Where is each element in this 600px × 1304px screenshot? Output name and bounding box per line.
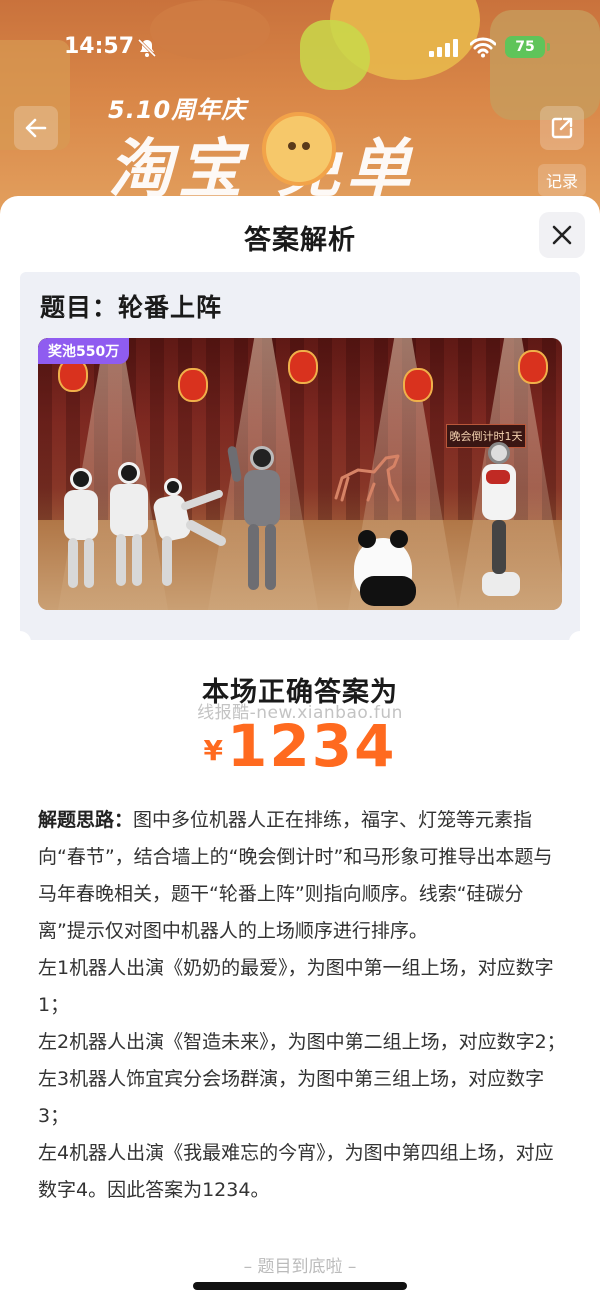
analysis-line: 左2机器人出演《智造未来》，为图中第二组上场，对应数字2； [38,1031,566,1053]
record-button[interactable]: 记录 [538,164,586,196]
lantern-icon [403,368,433,402]
arrow-left-icon [25,118,47,138]
question-title: 题目：轮番上阵 [40,293,223,322]
analysis-line: 左3机器人饰宜宾分会场群演，为图中第三组上场，对应数字3； [38,1068,545,1127]
analysis-line: 左1机器人出演《奶奶的最爱》，为图中第一组上场，对应数字1； [38,957,554,1016]
answer-number: 1234 [227,712,397,780]
close-icon [552,225,572,245]
countdown-sign: 晚会倒计时1天 [446,424,526,448]
home-indicator[interactable] [193,1282,407,1290]
battery-cap [547,43,550,51]
answer-sheet: 答案解析 题目：轮番上阵 晚会倒计时1天 奖池550万 本场正确答案为 线报酷-… [0,196,600,1304]
prize-pool-badge: 奖池550万 [38,338,130,364]
close-button[interactable] [539,212,585,258]
back-button[interactable] [14,106,58,150]
share-button[interactable] [540,106,584,150]
external-share-icon [551,117,573,139]
wifi-icon [470,37,496,58]
question-card: 题目：轮番上阵 晚会倒计时1天 奖池550万 [20,272,580,640]
bell-muted-icon [137,38,157,58]
question-image: 晚会倒计时1天 奖池550万 [38,338,562,610]
lantern-icon [518,350,548,384]
panda-body [360,576,416,606]
sheet-title: 答案解析 [244,225,356,256]
battery-indicator: 75 [505,36,545,58]
lantern-icon [288,350,318,384]
mascot-icon [262,112,336,186]
answer-analysis: 解题思路：图中多位机器人正在排练，福字、灯笼等元素指向“春节”，结合墙上的“晚会… [38,802,566,1209]
end-of-content-note: – 题目到底啦 – [243,1257,357,1277]
analysis-intro: 解题思路：图中多位机器人正在排练，福字、灯笼等元素指向“春节”，结合墙上的“晚会… [38,802,566,950]
correct-answer: ¥1234 [0,712,600,780]
horse-figure-icon [334,454,400,502]
analysis-line: 左4机器人出演《我最难忘的今宵》，为图中第四组上场，对应数字4。因此答案为123… [38,1142,554,1201]
analysis-label: 解题思路： [38,809,134,831]
status-bar: 14:57 75 [0,0,600,96]
currency-symbol: ¥ [203,734,224,767]
card-notch [569,631,591,653]
lantern-icon [178,368,208,402]
status-time: 14:57 [64,34,135,59]
card-notch [9,631,31,653]
cellular-signal-icon [429,39,458,57]
